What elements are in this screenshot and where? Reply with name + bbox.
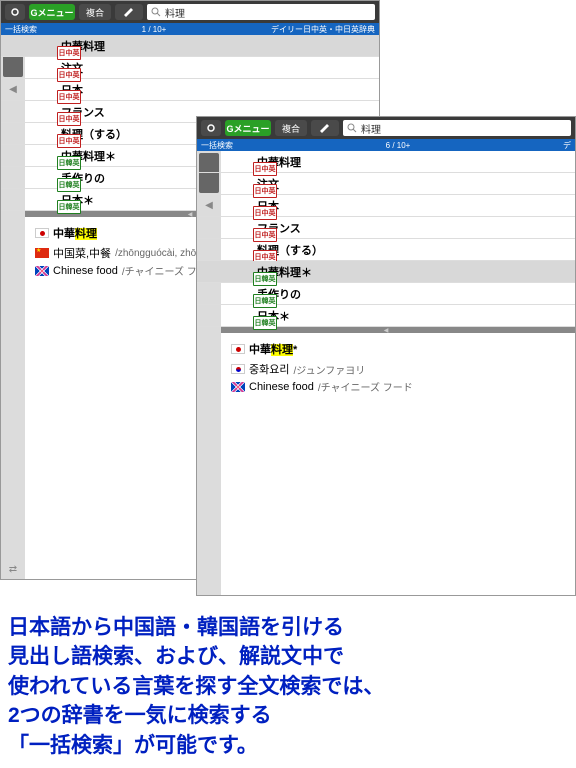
flag-uk-icon — [35, 266, 49, 276]
detail-pane: 中華料理* 중화요리 /ジュンファヨリ Chinese food /チャイニーズ… — [197, 333, 575, 404]
status-right: デ — [563, 140, 571, 151]
detail-heading: 中華料理* — [231, 341, 567, 357]
pen-icon[interactable] — [311, 120, 339, 136]
swap-icon[interactable]: ⇄ — [1, 559, 25, 579]
mode-button[interactable]: 複合 — [79, 4, 111, 20]
menu-button[interactable]: Gメニュー — [29, 4, 75, 20]
dict-badge: 日韓英 — [57, 200, 81, 214]
search-text: 料理 — [165, 5, 185, 20]
flag-jp-icon — [35, 228, 49, 238]
toolbar: Gメニュー 複合 料理 — [197, 117, 575, 139]
gear-icon[interactable] — [5, 4, 25, 20]
status-left: 一括検索 — [5, 24, 37, 35]
list-item[interactable]: 日韓英手作りの — [197, 283, 575, 305]
flag-kr-icon — [231, 364, 245, 374]
status-bar: 一括検索 1 / 10+ デイリー日中英・中日英辞典 — [1, 23, 379, 35]
translation-en: Chinese food /チャイニーズ フード — [231, 379, 567, 394]
promo-caption: 日本語から中国語・韓国語を引ける見出し語検索、および、解説文中で使われている言葉… — [8, 613, 568, 760]
list-item[interactable]: 日中英日本 — [1, 79, 379, 101]
search-input[interactable]: 料理 — [343, 120, 571, 136]
search-text: 料理 — [361, 121, 381, 136]
toolbar: Gメニュー 複合 料理 — [1, 1, 379, 23]
list-item[interactable]: 日中英中華料理 — [1, 35, 379, 57]
status-left: 一括検索 — [201, 140, 233, 151]
pen-icon[interactable] — [115, 4, 143, 20]
list-item[interactable]: 日韓英中華料理＊ — [197, 261, 575, 283]
list-item[interactable]: 日韓英日本＊ — [197, 305, 575, 327]
search-input[interactable]: 料理 — [147, 4, 375, 20]
dictionary-window-2: Gメニュー 複合 料理 一括検索 6 / 10+ デ ◀ 日中英中華料理日中英注… — [196, 116, 576, 596]
status-center: 1 / 10+ — [142, 25, 167, 34]
status-right: デイリー日中英・中日英辞典 — [271, 24, 375, 35]
translation-kr: 중화요리 /ジュンファヨリ — [231, 361, 567, 377]
list-item[interactable]: 日中英日本 — [197, 195, 575, 217]
list-item[interactable]: 日中英料理（する） — [197, 239, 575, 261]
search-icon — [151, 7, 161, 17]
result-list: 日中英中華料理日中英注文日中英日本日中英フランス日中英料理（する）日韓英中華料理… — [197, 151, 575, 327]
flag-jp-icon — [231, 344, 245, 354]
list-item[interactable]: 日中英フランス — [197, 217, 575, 239]
list-item[interactable]: 日中英注文 — [1, 57, 379, 79]
status-bar: 一括検索 6 / 10+ デ — [197, 139, 575, 151]
flag-uk-icon — [231, 382, 245, 392]
flag-cn-icon — [35, 248, 49, 258]
status-center: 6 / 10+ — [386, 141, 411, 150]
list-item[interactable]: 日中英中華料理 — [197, 151, 575, 173]
mode-button[interactable]: 複合 — [275, 120, 307, 136]
gear-icon[interactable] — [201, 120, 221, 136]
list-item[interactable]: 日中英注文 — [197, 173, 575, 195]
search-icon — [347, 123, 357, 133]
dict-badge: 日韓英 — [253, 316, 277, 330]
menu-button[interactable]: Gメニュー — [225, 120, 271, 136]
